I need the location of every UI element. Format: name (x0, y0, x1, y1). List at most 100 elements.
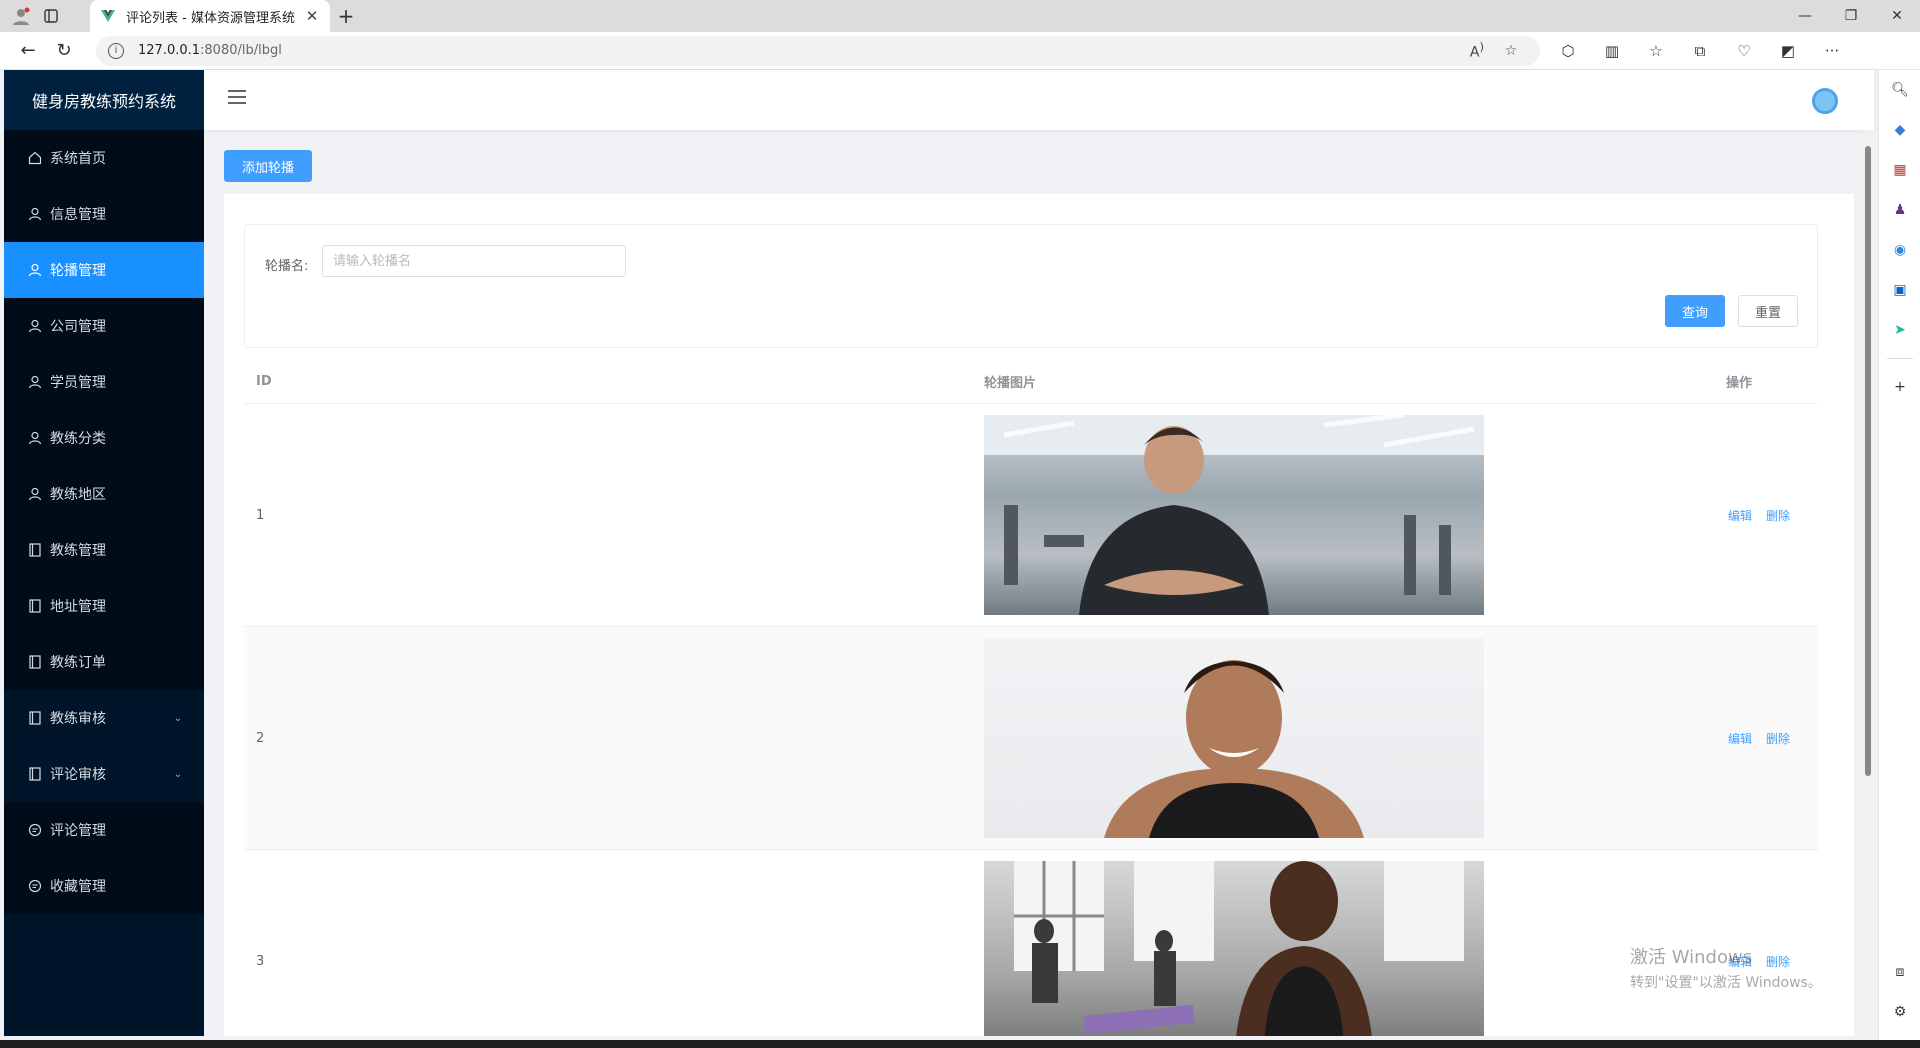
sidebar-toolbox-icon[interactable]: ▦ (1879, 150, 1920, 190)
sidebar-item[interactable]: 教练订单 (4, 634, 204, 690)
split-screen-icon[interactable]: ▥ (1590, 33, 1634, 69)
copilot-icon[interactable]: ◩ (1766, 33, 1810, 69)
sidebar-add-icon[interactable]: + (1879, 367, 1920, 407)
sidebar-item[interactable]: 系统首页 (4, 130, 204, 186)
sidebar-item-label: 地址管理 (50, 599, 106, 615)
page-scrollbar[interactable] (1862, 130, 1874, 1036)
more-menu-icon[interactable]: ··· (1810, 33, 1854, 69)
row-actions: 编辑 删除 (1714, 507, 1818, 524)
sidebar-item-label: 信息管理 (50, 207, 106, 223)
document-icon (28, 655, 42, 669)
sidebar-item-label: 学员管理 (50, 375, 106, 391)
edit-button[interactable]: 编辑 (1728, 730, 1752, 747)
sidebar-item-label: 教练订单 (50, 655, 106, 671)
back-icon[interactable]: ← (10, 33, 46, 69)
read-aloud-icon[interactable]: A) (1460, 40, 1494, 61)
profile-icon[interactable] (6, 1, 36, 31)
delete-button[interactable]: 删除 (1766, 730, 1790, 747)
user-icon (28, 207, 42, 221)
row-image-cell (984, 638, 1714, 838)
close-tab-icon[interactable]: ✕ (304, 7, 320, 25)
chevron-down-icon: ⌄ (173, 768, 182, 780)
document-icon (28, 767, 42, 781)
carousel-name-input[interactable] (322, 245, 626, 277)
sidebar-item-label: 教练地区 (50, 487, 106, 503)
delete-button[interactable]: 删除 (1766, 507, 1790, 524)
sidebar-outlook-icon[interactable]: ▣ (1879, 270, 1920, 310)
table-header: ID 轮播图片 操作 (244, 360, 1818, 404)
user-icon (28, 319, 42, 333)
sidebar-item-label: 公司管理 (50, 319, 106, 335)
menu-toggle-icon[interactable] (228, 90, 246, 108)
app-brand: 健身房教练预约系统 (4, 70, 204, 130)
collections-icon[interactable]: ⧉ (1678, 33, 1722, 69)
chat-icon (28, 823, 42, 837)
sidebar-item[interactable]: 教练管理 (4, 522, 204, 578)
sidebar-item[interactable]: 地址管理 (4, 578, 204, 634)
edit-button[interactable]: 编辑 (1728, 507, 1752, 524)
restore-icon[interactable]: ❐ (1828, 0, 1874, 32)
user-icon (28, 375, 42, 389)
sidebar-search-icon[interactable]: 🔍︎ (1879, 70, 1920, 110)
sidebar-games-icon[interactable]: ♟ (1879, 190, 1920, 230)
performance-icon[interactable]: ♡ (1722, 33, 1766, 69)
sidebar-item-label: 收藏管理 (50, 879, 106, 895)
tab-actions-icon[interactable] (36, 8, 66, 24)
address-bar[interactable]: i 127.0.0.1:8080/lb/lbgl A) ☆ (96, 35, 1540, 66)
sidebar-settings-icon[interactable]: ⚙ (1879, 992, 1920, 1032)
sidebar-item[interactable]: 教练地区 (4, 466, 204, 522)
header-actions: 操作 (1726, 376, 1753, 391)
carousel-image (984, 638, 1484, 838)
scrollbar-thumb[interactable] (1865, 146, 1871, 776)
sidebar-send-icon[interactable]: ➤ (1879, 310, 1920, 350)
sidebar-item[interactable]: 评论审核 ⌄ (4, 746, 204, 802)
avatar[interactable] (1812, 88, 1838, 114)
main-content: 添加轮播 轮播名: 查询 重置 ID 轮播图片 操作 1 (204, 130, 1862, 1036)
row-id: 1 (256, 507, 265, 523)
table-row: 2 编辑 删除 (244, 627, 1818, 850)
sidebar-item[interactable]: 教练审核 ⌄ (4, 690, 204, 746)
sidebar-screenshot-icon[interactable]: ⧈ (1879, 952, 1920, 992)
sidebar-item-label: 评论审核 (50, 767, 106, 783)
header-image: 轮播图片 (984, 376, 1037, 391)
browser-tabbar: 评论列表 - 媒体资源管理系统 ✕ + — ❐ ✕ (0, 0, 1920, 32)
sidebar-item[interactable]: 轮播管理 (4, 242, 204, 298)
windows-activation-subtitle: 转到"设置"以激活 Windows。 (1630, 975, 1822, 991)
sidebar-item-label: 教练管理 (50, 543, 106, 559)
sidebar-item[interactable]: 公司管理 (4, 298, 204, 354)
minimize-icon[interactable]: — (1782, 0, 1828, 32)
site-info-icon[interactable]: i (108, 42, 124, 59)
extensions-icon[interactable]: ⬡ (1546, 33, 1590, 69)
sidebar-tag-icon[interactable]: ◆ (1879, 110, 1920, 150)
query-button[interactable]: 查询 (1665, 295, 1725, 327)
sidebar-item-label: 系统首页 (50, 151, 106, 167)
favorite-star-icon[interactable]: ☆ (1494, 43, 1528, 59)
carousel-image (984, 861, 1484, 1036)
tab-title: 评论列表 - 媒体资源管理系统 (126, 10, 295, 26)
browser-tab[interactable]: 评论列表 - 媒体资源管理系统 ✕ (90, 0, 330, 32)
carousel-table: ID 轮播图片 操作 1 编辑 删除 2 编辑 删除 3 编辑 删除 (244, 360, 1818, 1036)
url-path: :8080/lb/lbgl (200, 43, 282, 58)
edge-sidebar: 🔍︎ ◆ ▦ ♟ ◉ ▣ ➤ + ⧈ ⚙ (1878, 70, 1920, 1048)
reset-button[interactable]: 重置 (1738, 295, 1798, 327)
table-row: 3 编辑 删除 (244, 850, 1818, 1036)
new-tab-icon[interactable]: + (330, 4, 362, 28)
delete-button[interactable]: 删除 (1766, 953, 1790, 970)
sidebar-item[interactable]: 收藏管理 (4, 858, 204, 914)
sidebar-item[interactable]: 教练分类 (4, 410, 204, 466)
content-panel: 轮播名: 查询 重置 ID 轮播图片 操作 1 (224, 194, 1854, 1036)
sidebar-item[interactable]: 学员管理 (4, 354, 204, 410)
close-window-icon[interactable]: ✕ (1874, 0, 1920, 32)
sidebar-item[interactable]: 信息管理 (4, 186, 204, 242)
row-actions: 编辑 删除 (1714, 730, 1818, 747)
add-carousel-button[interactable]: 添加轮播 (224, 150, 312, 182)
user-icon (28, 487, 42, 501)
refresh-icon[interactable]: ↻ (46, 33, 82, 69)
chevron-down-icon: ⌄ (173, 712, 182, 724)
url-text: 127.0.0.1:8080/lb/lbgl (138, 43, 1460, 58)
sidebar-m365-icon[interactable]: ◉ (1879, 230, 1920, 270)
favorites-icon[interactable]: ☆ (1634, 33, 1678, 69)
sidebar-item[interactable]: 评论管理 (4, 802, 204, 858)
user-icon (28, 431, 42, 445)
document-icon (28, 599, 42, 613)
